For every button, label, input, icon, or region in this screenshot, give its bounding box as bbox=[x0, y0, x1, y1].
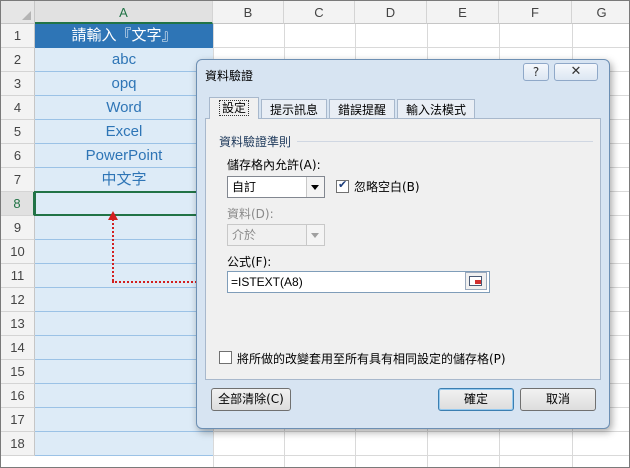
cell-a7[interactable]: 中文字 bbox=[35, 168, 213, 192]
column-header-a[interactable]: A bbox=[35, 1, 213, 24]
cell-a16[interactable] bbox=[35, 384, 213, 408]
row-header-10[interactable]: 10 bbox=[1, 240, 35, 264]
row-header-12[interactable]: 12 bbox=[1, 288, 35, 312]
ignore-blank-label[interactable]: 忽略空白(B) bbox=[354, 178, 420, 195]
row-header-1[interactable]: 1 bbox=[1, 24, 35, 48]
data-label: 資料(D): bbox=[227, 207, 274, 221]
cell-a6[interactable]: PowerPoint bbox=[35, 144, 213, 168]
tab-ime-mode[interactable]: 輸入法模式 bbox=[397, 99, 475, 120]
column-header-e[interactable]: E bbox=[427, 1, 499, 24]
allow-select[interactable]: 自訂 bbox=[227, 176, 325, 198]
cell-a18[interactable] bbox=[35, 432, 213, 456]
data-select-value: 介於 bbox=[232, 228, 257, 242]
apply-all-checkbox[interactable] bbox=[219, 351, 232, 364]
apply-all-label[interactable]: 將所做的改變套用至所有具有相同設定的儲存格(P) bbox=[237, 350, 506, 367]
row-header-18[interactable]: 18 bbox=[1, 432, 35, 456]
formula-input[interactable]: =ISTEXT(A8) bbox=[227, 271, 490, 293]
row-header-2[interactable]: 2 bbox=[1, 48, 35, 72]
dialog-titlebar[interactable]: 資料驗證 ? ✕ bbox=[197, 60, 609, 90]
active-cell-border bbox=[34, 191, 214, 216]
tab-settings-label: 設定 bbox=[218, 100, 249, 116]
column-header-c[interactable]: C bbox=[284, 1, 355, 24]
column-header-f[interactable]: F bbox=[499, 1, 572, 24]
column-header-d[interactable]: D bbox=[355, 1, 427, 24]
select-all-corner[interactable] bbox=[1, 1, 35, 24]
range-select-icon bbox=[469, 276, 482, 286]
chevron-down-icon bbox=[306, 225, 324, 245]
ignore-blank-checkbox[interactable] bbox=[336, 178, 349, 193]
row-header-4[interactable]: 4 bbox=[1, 96, 35, 120]
row-header-11[interactable]: 11 bbox=[1, 264, 35, 288]
cell-a3[interactable]: opq bbox=[35, 72, 213, 96]
cell-a9[interactable] bbox=[35, 216, 213, 240]
cell-a12[interactable] bbox=[35, 288, 213, 312]
window-frame: A B C D E F G 1 2 3 4 5 6 7 8 9 10 11 12… bbox=[0, 0, 630, 468]
cell-a15[interactable] bbox=[35, 360, 213, 384]
cell-a11[interactable] bbox=[35, 264, 213, 288]
row-header-17[interactable]: 17 bbox=[1, 408, 35, 432]
row-header-9[interactable]: 9 bbox=[1, 216, 35, 240]
cell-a4[interactable]: Word bbox=[35, 96, 213, 120]
cell-a10[interactable] bbox=[35, 240, 213, 264]
row-header-5[interactable]: 5 bbox=[1, 120, 35, 144]
cell-a1-header[interactable]: 請輸入『文字』 bbox=[35, 24, 213, 48]
cell-a17[interactable] bbox=[35, 408, 213, 432]
validation-criteria-title: 資料驗證準則 bbox=[219, 135, 292, 149]
clear-all-button[interactable]: 全部清除(C) bbox=[211, 388, 291, 411]
column-header-g[interactable]: G bbox=[572, 1, 629, 24]
row-header-3[interactable]: 3 bbox=[1, 72, 35, 96]
tab-input-message[interactable]: 提示訊息 bbox=[261, 99, 327, 120]
row-header-15[interactable]: 15 bbox=[1, 360, 35, 384]
dialog-title: 資料驗證 bbox=[205, 69, 254, 83]
collapse-dialog-button[interactable] bbox=[465, 272, 487, 290]
cell-a13[interactable] bbox=[35, 312, 213, 336]
chevron-down-icon[interactable] bbox=[306, 177, 324, 197]
group-divider bbox=[297, 141, 593, 142]
ok-button[interactable]: 確定 bbox=[438, 388, 514, 411]
row-header-13[interactable]: 13 bbox=[1, 312, 35, 336]
row-header-14[interactable]: 14 bbox=[1, 336, 35, 360]
cell-a2[interactable]: abc bbox=[35, 48, 213, 72]
tab-error-alert[interactable]: 錯誤提醒 bbox=[329, 99, 395, 120]
tab-settings[interactable]: 設定 bbox=[209, 97, 259, 119]
row-header-7[interactable]: 7 bbox=[1, 168, 35, 192]
column-header-b[interactable]: B bbox=[213, 1, 284, 24]
row-header-8[interactable]: 8 bbox=[1, 192, 35, 216]
data-select: 介於 bbox=[227, 224, 325, 246]
arrow-connector bbox=[112, 219, 114, 281]
help-button[interactable]: ? bbox=[523, 63, 549, 81]
close-button[interactable]: ✕ bbox=[554, 63, 598, 81]
cancel-button[interactable]: 取消 bbox=[520, 388, 596, 411]
data-validation-dialog: 資料驗證 ? ✕ 設定 提示訊息 錯誤提醒 輸入法模式 資料驗證準則 儲存格內允… bbox=[196, 59, 610, 429]
allow-label: 儲存格內允許(A): bbox=[227, 158, 321, 172]
cell-a14[interactable] bbox=[35, 336, 213, 360]
allow-select-value: 自訂 bbox=[232, 180, 257, 194]
row-header-16[interactable]: 16 bbox=[1, 384, 35, 408]
cell-a5[interactable]: Excel bbox=[35, 120, 213, 144]
row-header-6[interactable]: 6 bbox=[1, 144, 35, 168]
formula-label: 公式(F): bbox=[227, 255, 272, 269]
